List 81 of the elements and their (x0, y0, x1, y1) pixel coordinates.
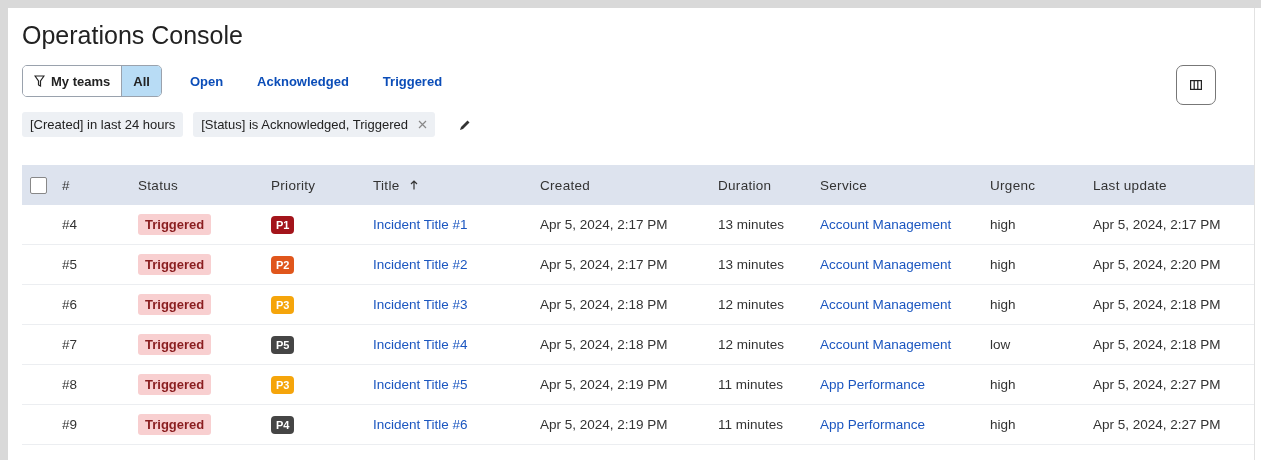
duration-text: 12 minutes (718, 297, 786, 312)
last-update-time: Apr 5, 2024, 2:17 PM (1093, 217, 1222, 232)
last-update-time: Apr 5, 2024, 2:18 PM (1093, 297, 1222, 312)
service-link[interactable]: App Performance (820, 377, 926, 392)
service-link[interactable]: App Performance (820, 417, 926, 432)
column-header[interactable]: Duration (718, 177, 772, 193)
filter-chip-label: [Created] in last 24 hours (30, 117, 176, 132)
quick-filter-link[interactable]: Acknowledged (257, 73, 349, 89)
incident-title-link[interactable]: Incident Title #1 (373, 217, 468, 232)
status-tag: Triggered (138, 374, 212, 395)
close-button[interactable] (417, 120, 427, 129)
urgency-text: high (990, 297, 1017, 312)
urgency-text: high (990, 377, 1017, 392)
column-header[interactable]: Created (540, 177, 591, 193)
incident-number: #8 (62, 377, 79, 392)
filter-chip[interactable]: [Created] in last 24 hours (22, 112, 184, 137)
quick-filter-link[interactable]: Triggered (382, 73, 443, 89)
filter-chip[interactable]: [Status] is Acknowledged, Triggered (193, 112, 435, 137)
duration-text: 12 minutes (718, 337, 786, 352)
column-header[interactable]: Last update (1093, 177, 1167, 193)
priority-tag: P4 (271, 415, 295, 434)
service-link[interactable]: Account Management (820, 337, 952, 352)
urgency-text: high (990, 217, 1017, 232)
priority-tag: P5 (271, 335, 295, 354)
priority-tag: P3 (271, 375, 295, 394)
filter-icon (34, 75, 45, 87)
incident-number: #4 (62, 217, 79, 232)
edit-button[interactable] (458, 118, 471, 131)
incident-title-link[interactable]: Incident Title #2 (373, 257, 468, 272)
incident-number: #9 (62, 417, 79, 432)
column-header[interactable]: Urgenc (990, 177, 1036, 193)
service-link[interactable]: Account Management (820, 257, 952, 272)
pencil-icon (458, 118, 471, 131)
filter-chip-label: [Status] is Acknowledged, Triggered (201, 117, 408, 132)
team-toggle-button[interactable]: All (121, 66, 161, 96)
incident-title-link[interactable]: Incident Title #4 (373, 337, 468, 352)
sort-arrow-icon (409, 180, 418, 190)
created-time: Apr 5, 2024, 2:19 PM (540, 417, 669, 432)
created-time: Apr 5, 2024, 2:19 PM (540, 377, 669, 392)
last-update-time: Apr 5, 2024, 2:27 PM (1093, 377, 1222, 392)
columns-button[interactable] (1176, 65, 1216, 105)
status-tag: Triggered (138, 294, 212, 315)
last-update-time: Apr 5, 2024, 2:20 PM (1093, 257, 1222, 272)
priority-tag: P2 (271, 255, 295, 274)
created-time: Apr 5, 2024, 2:18 PM (540, 297, 669, 312)
column-header[interactable]: Service (820, 177, 868, 193)
column-header[interactable]: Priority (271, 177, 316, 193)
priority-tag: P3 (271, 295, 295, 314)
urgency-text: low (990, 337, 1012, 352)
incident-number: #7 (62, 337, 79, 352)
duration-text: 11 minutes (718, 377, 785, 392)
column-header[interactable]: Status (138, 177, 179, 193)
status-tag: Triggered (138, 254, 212, 275)
incident-title-link[interactable]: Incident Title #6 (373, 417, 468, 432)
created-time: Apr 5, 2024, 2:17 PM (540, 257, 669, 272)
duration-text: 13 minutes (718, 217, 786, 232)
column-header[interactable]: # (62, 177, 70, 193)
urgency-text: high (990, 257, 1017, 272)
priority-tag: P1 (271, 215, 295, 234)
quick-filter-link[interactable]: Open (189, 73, 224, 89)
urgency-text: high (990, 417, 1017, 432)
close-icon (417, 120, 427, 129)
service-link[interactable]: Account Management (820, 217, 952, 232)
page-title: Operations Console (22, 20, 244, 50)
service-link[interactable]: Account Management (820, 297, 952, 312)
incident-number: #6 (62, 297, 79, 312)
created-time: Apr 5, 2024, 2:17 PM (540, 217, 669, 232)
status-tag: Triggered (138, 334, 212, 355)
incident-title-link[interactable]: Incident Title #3 (373, 297, 468, 312)
columns-icon (1190, 80, 1202, 90)
incident-title-link[interactable]: Incident Title #5 (373, 377, 468, 392)
duration-text: 11 minutes (718, 417, 785, 432)
created-time: Apr 5, 2024, 2:18 PM (540, 337, 669, 352)
last-update-time: Apr 5, 2024, 2:27 PM (1093, 417, 1222, 432)
status-tag: Triggered (138, 214, 212, 235)
status-tag: Triggered (138, 414, 212, 435)
duration-text: 13 minutes (718, 257, 786, 272)
last-update-time: Apr 5, 2024, 2:18 PM (1093, 337, 1222, 352)
select-all-checkbox[interactable] (30, 176, 47, 194)
incident-number: #5 (62, 257, 79, 272)
column-header[interactable]: Title (373, 177, 418, 193)
